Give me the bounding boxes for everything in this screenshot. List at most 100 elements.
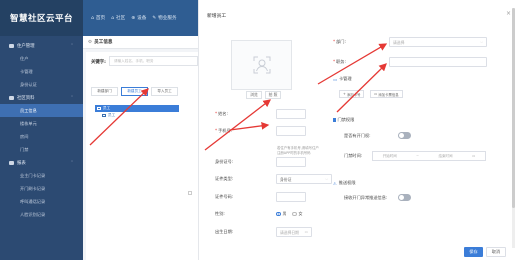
sidebar-group-label: 社区资料	[17, 95, 35, 101]
door-permission-toggle[interactable]	[398, 132, 411, 139]
sidebar-item-staff[interactable]: 员工信息	[0, 104, 83, 117]
page-title: 员工信息	[94, 40, 113, 45]
scrollbar[interactable]	[512, 8, 515, 248]
sidebar-item-doors[interactable]: 门禁	[0, 143, 83, 156]
import-staff-button[interactable]: 导入员工	[151, 87, 178, 96]
folder-icon	[9, 160, 14, 165]
chevron-down-icon: ˄	[71, 95, 73, 100]
tree-node-root[interactable]: 员工	[95, 105, 179, 112]
department-label: *部门:	[333, 39, 346, 45]
top-nav-community[interactable]: ⌂ 社区	[111, 15, 125, 22]
tree-node-child[interactable]: 员工	[95, 112, 180, 119]
sidebar-item-door-swipe-log[interactable]: 开门刷卡记录	[0, 182, 83, 195]
notify-toggle[interactable]	[398, 194, 411, 201]
chip-label: 添加卡票信息	[378, 92, 399, 97]
department-placeholder: 请选择	[393, 40, 405, 45]
sidebar-item-face-log[interactable]: 人脸识别记录	[0, 208, 83, 221]
sidebar-item-buildings[interactable]: 楼栋单元	[0, 117, 83, 130]
door-section-label: 门禁权限	[337, 117, 355, 122]
sidebar-group-residents[interactable]: 住户管理 ˄	[0, 39, 83, 52]
folder-icon	[102, 114, 106, 117]
top-nav-label: 物业服务	[158, 16, 177, 21]
id-number-label: 身份证号:	[215, 159, 234, 164]
main-content: ⚙ 员工信息 关键字: 请输入姓名、手机、职务 新建部门 新建员工 导入员工 员…	[83, 36, 198, 260]
browse-button[interactable]: 浏览	[246, 91, 262, 99]
sidebar-item-cards[interactable]: 卡管理	[0, 65, 83, 78]
card-section-label: 卡管理	[338, 76, 352, 81]
cert-type-select[interactable]: 身份证 ⌵	[276, 174, 332, 184]
top-nav-property[interactable]: ✎ 物业服务	[152, 15, 177, 22]
tree-node-label: 员工	[108, 113, 116, 117]
brand-title: 智慧社区云平台	[0, 0, 83, 36]
new-department-button[interactable]: 新建部门	[91, 87, 118, 96]
photo-placeholder	[231, 40, 292, 90]
cert-type-label: 证件类型:	[215, 176, 234, 181]
department-select[interactable]: 请选择 ⌵	[389, 37, 487, 47]
gender-label: 性别:	[215, 211, 225, 216]
new-staff-button[interactable]: 新建员工	[121, 87, 148, 96]
birthday-input[interactable]: 请选择日期 ▭	[276, 227, 312, 237]
phone-label: *手机号:	[215, 128, 232, 134]
sidebar-group-reports[interactable]: 报表 ˄	[0, 156, 83, 169]
phone-input[interactable]	[276, 126, 306, 136]
gender-male-radio[interactable]: 男	[276, 211, 287, 217]
app-root: 智慧社区云平台 住户管理 ˄ 住户 卡管理 身份认证 社区资料 ˄ 员工信息 楼…	[0, 0, 517, 260]
folder-icon	[9, 95, 14, 100]
radio-selected-icon	[276, 211, 281, 217]
chevron-down-icon: ⌵	[325, 177, 328, 181]
radio-label: 男	[282, 211, 287, 216]
home-icon: ⌂	[91, 15, 94, 21]
tree-node-label: 员工	[103, 106, 111, 110]
time-end: 结束时间	[438, 153, 453, 158]
department-label-text: 部门:	[336, 39, 346, 44]
content-panel: 关键字: 请输入姓名、手机、职务 新建部门 新建员工 导入员工 员工 员工	[86, 52, 198, 260]
id-number-input[interactable]	[276, 157, 306, 167]
top-nav-devices[interactable]: ⊕ 设备	[131, 15, 147, 22]
card-icon: ▭	[333, 76, 337, 82]
radio-icon	[292, 211, 297, 217]
chevron-down-icon: ˄	[71, 43, 73, 48]
calendar-icon: ▭	[471, 154, 476, 158]
take-photo-button[interactable]: 拍 照	[265, 91, 281, 99]
time-separator: ~	[416, 154, 420, 158]
door-time-range[interactable]: 开始时间 ~ 结束时间 ▭	[372, 151, 486, 161]
gender-female-radio[interactable]: 女	[292, 211, 303, 217]
user-icon	[253, 56, 270, 74]
door-section-title: 门禁权限	[333, 117, 354, 123]
door-permission-label: 是否有开门权:	[344, 133, 371, 138]
name-input[interactable]	[276, 109, 306, 119]
breadcrumb: ⚙ 员工信息	[83, 36, 198, 49]
cert-number-label: 证件号码:	[215, 194, 234, 199]
sidebar-group-community[interactable]: 社区资料 ˄	[0, 91, 83, 104]
top-nav-label: 设备	[137, 16, 147, 21]
sidebar-item-owner-card-log[interactable]: 业主门卡记录	[0, 169, 83, 182]
folder-icon	[97, 107, 101, 110]
top-nav: ⌂ 首页 ⌂ 社区 ⊕ 设备 ✎ 物业服务	[83, 0, 198, 36]
chevron-down-icon: ˄	[71, 160, 73, 165]
add-card-ticket-button[interactable]: ▭ 添加卡票信息	[370, 90, 403, 98]
cert-number-input[interactable]	[276, 192, 306, 202]
position-label: *职务:	[333, 59, 346, 65]
name-label: *姓名:	[215, 111, 228, 117]
save-button[interactable]: 保存	[464, 247, 483, 257]
close-icon[interactable]: ×	[506, 10, 511, 17]
sidebar-item-call-log[interactable]: 呼叫通话记录	[0, 195, 83, 208]
keyword-input[interactable]: 请输入姓名、手机、职务	[109, 56, 198, 66]
birthday-label: 出生日期:	[215, 229, 234, 234]
top-nav-home[interactable]: ⌂ 首页	[91, 15, 105, 22]
cancel-button[interactable]: 取消	[486, 247, 506, 257]
name-label-text: 姓名:	[218, 111, 228, 116]
required-mark: *	[215, 111, 218, 116]
required-mark: *	[333, 39, 336, 44]
radio-label: 女	[298, 211, 303, 216]
position-input[interactable]	[389, 57, 487, 67]
folder-icon	[9, 43, 14, 48]
sidebar-item-identity[interactable]: 身份认证	[0, 78, 83, 91]
sidebar-item-residents[interactable]: 住户	[0, 52, 83, 65]
service-icon: ✎	[152, 15, 157, 21]
notify-toggle-label: 接收开门异常推送信息:	[344, 195, 388, 200]
sidebar: 智慧社区云平台 住户管理 ˄ 住户 卡管理 身份认证 社区资料 ˄ 员工信息 楼…	[0, 0, 83, 260]
row-checkbox[interactable]	[188, 191, 192, 195]
sidebar-item-rooms[interactable]: 房间	[0, 130, 83, 143]
add-card-button[interactable]: + 添加卡号	[339, 90, 365, 98]
